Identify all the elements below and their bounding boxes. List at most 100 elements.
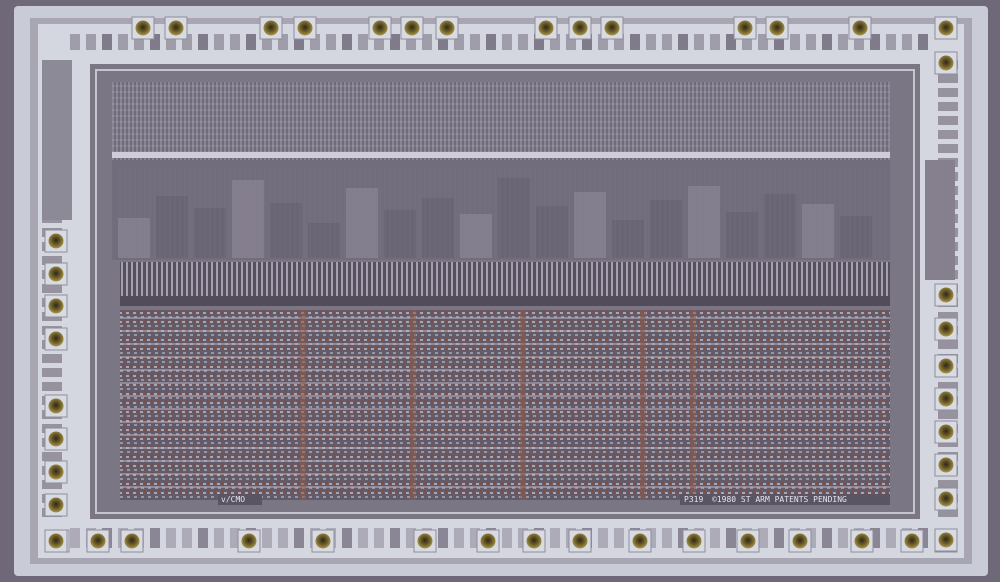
right-io-cell [938,340,958,349]
top-io-cell [838,34,848,50]
part-number: P319 [684,495,703,504]
bottom-io-cell [838,528,848,548]
bond-pad [435,16,459,40]
bond-wire-ball [168,20,184,36]
bottom-io-cell [262,528,272,548]
driver-strip [120,262,890,296]
die-svg: v/CMO P319 ©1980 ST ARM PATENTS PENDING [0,0,1000,582]
copper-trace [690,310,696,500]
bond-wire-ball [938,287,954,303]
bottom-io-cell [438,528,448,548]
bond-pad [934,528,958,552]
right-io-cell [938,74,958,83]
top-io-cell [358,34,368,50]
bond-pad [164,16,188,40]
logic-array [120,310,890,500]
bond-wire-ball [938,424,954,440]
bottom-io-cell [822,528,832,548]
bond-pad [44,294,68,318]
bond-wire-ball [48,464,64,480]
bottom-io-cell [278,528,288,548]
decode-block [346,188,378,258]
right-io-cell [938,116,958,125]
top-io-cell [198,34,208,50]
bond-pad [522,529,546,553]
bond-pad [682,529,706,553]
decode-block [802,204,834,258]
top-io-cell [502,34,512,50]
bottom-io-cell [710,528,720,548]
top-io-cell [86,34,96,50]
top-io-cell [678,34,688,50]
bond-wire-ball [90,533,106,549]
bond-pad [934,487,958,511]
decode-block [422,198,454,258]
bond-wire-ball [769,20,785,36]
top-io-cell [326,34,336,50]
bottom-io-cell [342,528,352,548]
top-io-cell [902,34,912,50]
copper-trace [520,310,526,500]
bond-pad [293,16,317,40]
bond-pad [900,529,924,553]
bond-pad [788,529,812,553]
bond-wire-ball [792,533,808,549]
top-io-cell [486,34,496,50]
bond-wire-ball [938,532,954,548]
bond-wire-ball [48,233,64,249]
bond-pad [259,16,283,40]
top-io-cell [918,34,928,50]
left-io-cell [42,382,62,391]
bond-wire-ball [48,398,64,414]
bond-wire-ball [686,533,702,549]
bond-pad [131,16,155,40]
bond-pad [476,529,500,553]
bottom-io-cell [774,528,784,548]
top-io-cell [102,34,112,50]
bond-pad [368,16,392,40]
bond-wire-ball [48,298,64,314]
upper-array [112,82,890,160]
bond-pad [934,453,958,477]
bond-wire-ball [48,431,64,447]
right-side-column [925,160,955,280]
bond-wire-ball [297,20,313,36]
bond-pad [44,229,68,253]
decode-block [308,223,340,258]
bond-pad [934,51,958,75]
bond-wire-ball [938,358,954,374]
copper-trace [640,310,646,500]
bond-wire-ball [740,533,756,549]
right-io-cell [938,130,958,139]
left-io-cell [42,368,62,377]
bond-pad [44,460,68,484]
decode-block [536,206,568,258]
bottom-io-cell [550,528,560,548]
bottom-io-cell [662,528,672,548]
bond-wire-ball [241,533,257,549]
copyright-text: ©1980 ST ARM PATENTS PENDING [712,495,847,504]
bond-wire-ball [938,321,954,337]
bottom-io-cell [374,528,384,548]
decode-block [612,220,644,258]
bond-wire-ball [938,457,954,473]
bond-pad [568,529,592,553]
bond-wire-ball [572,20,588,36]
top-io-cell [710,34,720,50]
bond-pad [934,283,958,307]
bond-wire-ball [938,20,954,36]
left-io-cell [42,354,62,363]
bottom-io-cell [150,528,160,548]
bond-pad [400,16,424,40]
top-io-cell [694,34,704,50]
bottom-io-cell [886,528,896,548]
bond-wire-ball [404,20,420,36]
bond-wire-ball [135,20,151,36]
bottom-io-cell [614,528,624,548]
bond-pad [934,354,958,378]
bottom-io-cell [726,528,736,548]
driver-strip-base [120,296,890,306]
top-io-cell [822,34,832,50]
bottom-io-cell [294,528,304,548]
bond-wire-ball [263,20,279,36]
